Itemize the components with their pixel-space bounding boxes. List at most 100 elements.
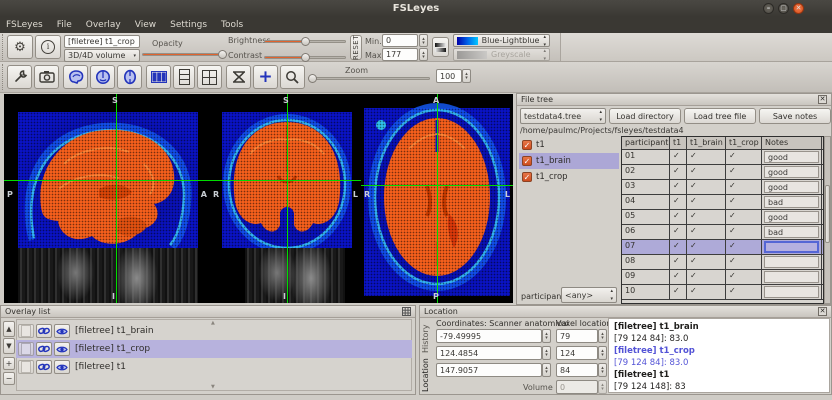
colormap-dropdown[interactable]: Blue-Lightblue ▴▾ [453, 34, 550, 47]
column-header[interactable]: t1_brain [687, 137, 726, 149]
table-row[interactable]: 04 ✓ ✓ ✓ bad [622, 195, 823, 210]
layout-horizontal-button[interactable] [146, 65, 171, 89]
menu-item[interactable]: Tools [221, 20, 243, 30]
axial-view-canvas[interactable]: A R L P [361, 94, 513, 303]
close-panel-icon[interactable]: ✕ [818, 95, 827, 104]
table-row[interactable]: 09 ✓ ✓ ✓ [622, 270, 823, 285]
overlay-list-item[interactable]: [filetree] t1 [16, 358, 412, 376]
link-overlay-button[interactable] [36, 360, 52, 374]
save-notes-button[interactable]: Save notes [759, 108, 831, 124]
column-header[interactable]: participant [622, 137, 670, 149]
overlay-settings-button[interactable]: ⚙ [7, 35, 33, 59]
participant-filter-dropdown[interactable]: <any> ▴▾ [561, 287, 617, 303]
zoom-value-field[interactable]: 100 [436, 69, 462, 83]
zoom-tool-button[interactable] [280, 65, 305, 89]
file-type-item[interactable]: t1_crop [519, 169, 619, 185]
checkbox-checked-icon[interactable] [522, 140, 532, 150]
min-spinner[interactable]: ▴▾ [419, 34, 428, 47]
menu-item[interactable]: FSLeyes [6, 20, 43, 30]
table-row[interactable]: 07 ✓ ✓ ✓ [622, 240, 823, 255]
overlay-info-button[interactable]: i [35, 35, 61, 59]
notes-input[interactable]: good [764, 181, 819, 193]
max-spinner[interactable]: ▴▾ [419, 48, 428, 61]
table-row[interactable]: 05 ✓ ✓ ✓ good [622, 210, 823, 225]
close-panel-icon[interactable]: ✕ [818, 307, 827, 316]
save-overlay-button[interactable] [18, 342, 34, 356]
voxel-coord-field[interactable]: 84 [556, 363, 598, 377]
voxel-coord-field[interactable]: 124 [556, 346, 598, 360]
window-titlebar[interactable]: FSLeyes – ▢ ✕ [0, 0, 832, 17]
toggle-sagittal-button[interactable] [63, 65, 88, 89]
brightness-slider-handle[interactable] [301, 37, 310, 46]
column-header[interactable]: Notes [762, 137, 822, 149]
coord-spinner[interactable]: ▴▾ [598, 329, 607, 343]
notes-input[interactable]: good [764, 211, 819, 223]
link-overlay-button[interactable] [36, 342, 52, 356]
remove-overlay-button[interactable]: − [3, 372, 15, 385]
load-directory-button[interactable]: Load directory [609, 108, 681, 124]
overlay-list-item[interactable]: [filetree] t1_brain [16, 322, 412, 340]
opacity-slider[interactable] [142, 53, 226, 56]
toolbar-grip[interactable] [2, 34, 5, 60]
scrollbar-thumb[interactable] [825, 185, 830, 243]
notes-input[interactable] [764, 241, 819, 253]
table-row[interactable]: 03 ✓ ✓ ✓ good [622, 180, 823, 195]
overlay-type-dropdown[interactable]: 3D/4D volume ▾ [64, 49, 140, 62]
file-type-item[interactable]: t1 [519, 137, 619, 153]
table-row[interactable]: 06 ✓ ✓ ✓ bad [622, 225, 823, 240]
layout-grid-button[interactable] [197, 65, 222, 89]
link-overlay-button[interactable] [36, 324, 52, 338]
file-type-item[interactable]: t1_brain [519, 153, 619, 169]
menu-item[interactable]: Overlay [86, 20, 121, 30]
column-header[interactable]: t1 [670, 137, 687, 149]
scroll-down-icon[interactable]: ▼ [211, 384, 215, 390]
notes-input[interactable]: good [764, 166, 819, 178]
toggle-visibility-button[interactable] [54, 342, 70, 356]
coord-spinner[interactable]: ▴▾ [542, 329, 551, 343]
coord-spinner[interactable]: ▴▾ [598, 346, 607, 360]
close-button-icon[interactable]: ✕ [793, 3, 804, 14]
overlay-name-field[interactable]: [filetree] t1_crop [64, 35, 140, 48]
panel-grid-icon[interactable] [402, 307, 411, 316]
sagittal-view-canvas[interactable]: S P A I [4, 94, 210, 303]
table-row[interactable]: 01 ✓ ✓ ✓ good [622, 150, 823, 165]
zoom-spinner[interactable]: ▴▾ [462, 69, 471, 83]
move-overlay-up-button[interactable]: ▲ [3, 321, 15, 337]
notes-input[interactable] [764, 256, 819, 268]
table-row[interactable]: 10 ✓ ✓ ✓ [622, 285, 823, 300]
voxel-coord-field[interactable]: 79 [556, 329, 598, 343]
maximize-button-icon[interactable]: ▢ [778, 3, 789, 14]
coord-spinner[interactable]: ▴▾ [542, 363, 551, 377]
brightness-slider[interactable] [264, 40, 346, 43]
minimize-button-icon[interactable]: – [763, 3, 774, 14]
save-overlay-button[interactable] [18, 324, 34, 338]
crosshair-button[interactable]: + [253, 65, 278, 89]
layout-vertical-button[interactable] [173, 65, 195, 89]
tree-file-dropdown[interactable]: testdata4.tree ▴▾ [520, 108, 606, 124]
reset-brightness-button[interactable]: RESET [350, 35, 362, 60]
coord-spinner[interactable]: ▴▾ [598, 363, 607, 377]
world-coord-field[interactable]: -79.49995 [436, 329, 542, 343]
toggle-visibility-button[interactable] [54, 324, 70, 338]
min-value-field[interactable]: 0 [382, 34, 418, 47]
table-vertical-scrollbar[interactable] [824, 136, 831, 304]
notes-input[interactable]: bad [764, 226, 819, 238]
toolbar-grip[interactable] [2, 64, 5, 90]
move-overlay-down-button[interactable]: ▼ [3, 338, 15, 354]
notes-input[interactable] [764, 271, 819, 283]
checkbox-checked-icon[interactable] [522, 172, 532, 182]
column-header[interactable]: t1_crop [726, 137, 762, 149]
world-coord-field[interactable]: 124.4854 [436, 346, 542, 360]
notes-input[interactable]: good [764, 151, 819, 163]
table-row[interactable]: 02 ✓ ✓ ✓ good [622, 165, 823, 180]
opacity-slider-handle[interactable] [218, 50, 227, 59]
load-tree-file-button[interactable]: Load tree file [684, 108, 756, 124]
contrast-slider[interactable] [264, 56, 346, 59]
greyscale-swatch-button[interactable] [432, 37, 449, 57]
tab-location[interactable]: Location [421, 357, 433, 394]
table-row[interactable]: 08 ✓ ✓ ✓ [622, 255, 823, 270]
movie-mode-button[interactable] [226, 65, 251, 89]
toggle-visibility-button[interactable] [54, 360, 70, 374]
coord-spinner[interactable]: ▴▾ [542, 346, 551, 360]
zoom-slider-handle[interactable] [308, 74, 317, 83]
